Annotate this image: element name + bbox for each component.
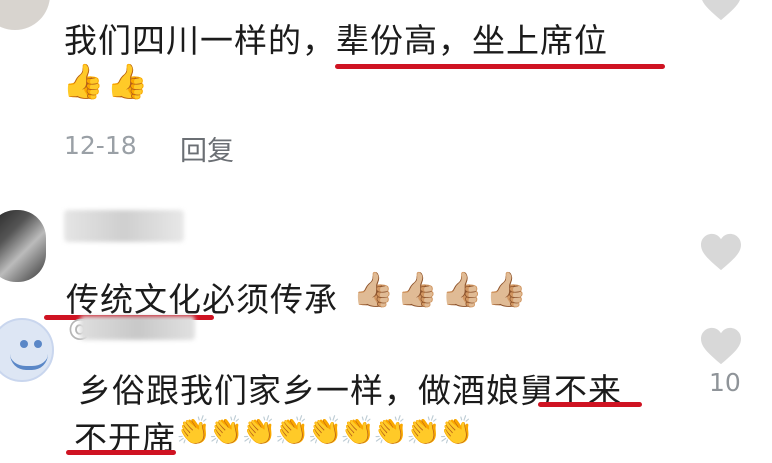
heart-icon[interactable]	[699, 232, 743, 272]
reply-button[interactable]: 回复	[180, 129, 234, 168]
red-underline	[335, 64, 665, 69]
like-count: 10	[709, 368, 741, 397]
avatar-eye	[34, 340, 42, 348]
username-blurred[interactable]	[64, 210, 184, 242]
red-underline	[538, 402, 642, 407]
thumbs-up-emoji: 👍👍	[62, 62, 151, 102]
thumbs-up-emoji: 👍🏼👍🏼👍🏼👍🏼	[352, 270, 530, 310]
avatar-eye	[20, 340, 28, 348]
comment-text: 传统文化必须传承	[66, 280, 338, 319]
username-blurred[interactable]	[80, 316, 195, 340]
heart-icon[interactable]	[699, 0, 743, 22]
red-underline	[66, 450, 176, 455]
avatar-blurred[interactable]	[0, 210, 46, 282]
avatar-cartoon[interactable]	[0, 318, 54, 382]
comment-date: 12-18	[64, 131, 137, 160]
avatar[interactable]	[0, 0, 50, 30]
avatar-mouth	[10, 354, 48, 370]
heart-icon[interactable]	[699, 326, 743, 366]
comment-text: 我们四川一样的，辈份高，坐上席位	[64, 21, 608, 60]
clap-emoji: 👏👏👏👏👏👏👏👏👏	[176, 414, 474, 447]
